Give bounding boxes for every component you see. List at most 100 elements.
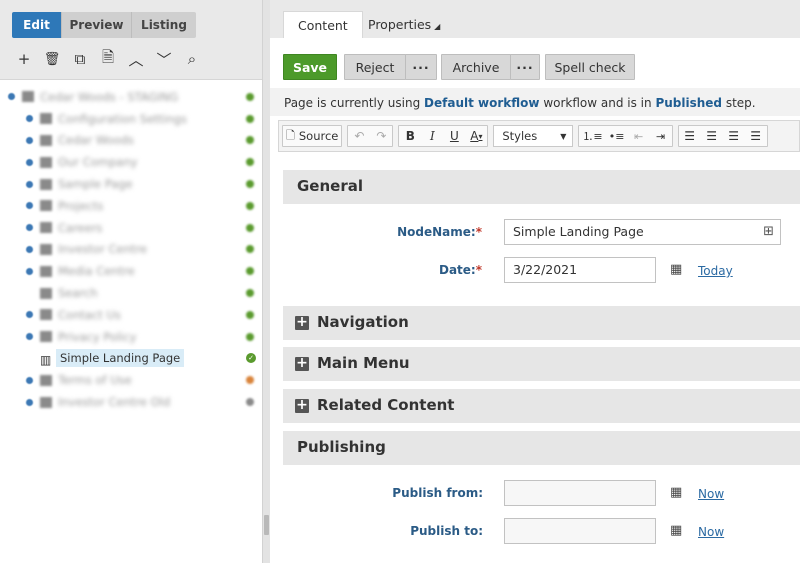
archive-more-button[interactable]: ··· xyxy=(510,54,540,80)
tree-toggle-icon[interactable] xyxy=(26,398,33,406)
tree-node[interactable]: Our Company xyxy=(0,151,262,173)
expand-icon[interactable]: + xyxy=(295,315,309,330)
required-marker: * xyxy=(475,225,482,239)
splitter-handle[interactable] xyxy=(264,515,269,535)
tree-toggle-icon[interactable] xyxy=(26,376,33,384)
source-button[interactable]: 🗋 Source xyxy=(283,126,341,146)
tree-node[interactable]: Contact Us xyxy=(0,304,262,326)
mode-tab-preview[interactable]: Preview xyxy=(62,12,132,38)
today-link[interactable]: Today xyxy=(698,264,733,278)
trash-icon[interactable]: 🗑 xyxy=(38,48,66,70)
styles-select[interactable]: Styles ▼ xyxy=(493,125,574,147)
section-navigation[interactable]: + Navigation xyxy=(283,306,800,340)
section-related-content[interactable]: + Related Content xyxy=(283,389,800,423)
tree-node[interactable]: Cedar Woods xyxy=(0,130,262,152)
tree-node[interactable]: Careers xyxy=(0,217,262,239)
indent-icon[interactable]: ⇥ xyxy=(650,126,672,146)
section-navigation-title: Navigation xyxy=(317,313,409,331)
chevron-up-icon[interactable]: ︿ xyxy=(122,48,150,70)
align-left-icon[interactable]: ☰ xyxy=(679,126,701,146)
mode-tab-listing[interactable]: Listing xyxy=(132,12,196,38)
tree-node-label: Investor Centre xyxy=(58,242,147,257)
panel-splitter[interactable] xyxy=(262,0,270,563)
tree-node[interactable]: ▥ Simple Landing Page ✓ xyxy=(0,348,262,370)
tree-toggle-icon[interactable] xyxy=(26,202,33,210)
search-icon[interactable]: ⌕ xyxy=(178,48,206,70)
tree-toggle-icon[interactable] xyxy=(8,93,15,101)
align-justify-icon[interactable]: ☰ xyxy=(745,126,767,146)
tree-node[interactable]: Investor Centre Old xyxy=(0,391,262,413)
publish-from-now-link[interactable]: Now xyxy=(698,487,724,501)
content-tree-panel: Edit Preview Listing + 🗑 ⧉ 🗎 ︿ ﹀ ⌕ Cedar… xyxy=(0,0,262,563)
tree-toggle-icon[interactable] xyxy=(26,333,33,341)
tree-node[interactable]: Projects xyxy=(0,195,262,217)
tab-properties-label: Properties xyxy=(368,17,432,32)
tree-node[interactable]: Search xyxy=(0,282,262,304)
undo-icon[interactable]: ↶ xyxy=(348,126,370,146)
status-icon xyxy=(246,114,254,123)
tree-node[interactable]: Sample Page xyxy=(0,173,262,195)
calendar-icon[interactable]: ▦ xyxy=(670,262,682,277)
tree-node[interactable]: Media Centre xyxy=(0,260,262,282)
date-field[interactable]: 3/22/2021 xyxy=(504,257,656,283)
tree-toggle-icon[interactable] xyxy=(26,245,33,253)
page-icon xyxy=(40,178,52,190)
bold-icon[interactable]: B xyxy=(399,126,421,146)
section-publishing[interactable]: Publishing xyxy=(283,431,800,465)
tree-toggle-icon[interactable] xyxy=(26,115,33,123)
reject-button[interactable]: Reject xyxy=(344,54,406,80)
tab-content[interactable]: Content xyxy=(283,11,363,38)
tree-node[interactable]: Investor Centre xyxy=(0,239,262,261)
tree-node-label: Sample Page xyxy=(58,177,133,192)
archive-button[interactable]: Archive xyxy=(441,54,511,80)
nodename-field[interactable]: Simple Landing Page ⊞ xyxy=(504,219,781,245)
outdent-icon[interactable]: ⇤ xyxy=(628,126,650,146)
redo-icon[interactable]: ↷ xyxy=(370,126,392,146)
publish-to-label: Publish to: xyxy=(410,524,483,538)
numbered-list-icon[interactable]: ⒈≡ xyxy=(579,126,605,146)
save-button[interactable]: Save xyxy=(283,54,337,80)
tab-properties[interactable]: Properties ◢ xyxy=(354,11,454,38)
localize-icon[interactable]: ⊞ xyxy=(763,220,774,244)
page-icon[interactable]: 🗎 xyxy=(94,48,122,70)
status-icon xyxy=(246,267,254,276)
align-center-icon[interactable]: ☰ xyxy=(701,126,723,146)
tree-node[interactable]: Configuration Settings xyxy=(0,108,262,130)
section-main-menu[interactable]: + Main Menu xyxy=(283,347,800,381)
tree-toggle-icon[interactable] xyxy=(26,267,33,275)
calendar-icon[interactable]: ▦ xyxy=(670,485,682,500)
reject-more-button[interactable]: ··· xyxy=(405,54,437,80)
section-related-content-title: Related Content xyxy=(317,396,455,414)
expand-icon[interactable]: + xyxy=(295,398,309,413)
bullet-list-icon[interactable]: •≡ xyxy=(606,126,628,146)
text-color-icon[interactable]: A ▾ xyxy=(465,126,487,146)
underline-icon[interactable]: U xyxy=(443,126,465,146)
publish-from-label: Publish from: xyxy=(392,486,483,500)
tree-node[interactable]: Cedar Woods - STAGING xyxy=(0,86,262,108)
tree-toggle-icon[interactable] xyxy=(26,224,33,232)
calendar-icon[interactable]: ▦ xyxy=(670,523,682,538)
copy-icon[interactable]: ⧉ xyxy=(66,48,94,70)
plus-icon[interactable]: + xyxy=(10,48,38,70)
nodename-value: Simple Landing Page xyxy=(513,224,644,239)
publish-to-now-link[interactable]: Now xyxy=(698,525,724,539)
italic-icon[interactable]: I xyxy=(421,126,443,146)
chevron-down-icon[interactable]: ﹀ xyxy=(150,48,178,70)
expand-icon[interactable]: + xyxy=(295,356,309,371)
tree-node[interactable]: Privacy Policy xyxy=(0,326,262,348)
publish-to-field[interactable] xyxy=(504,518,656,544)
tree-toggle-icon[interactable] xyxy=(26,180,33,188)
tree-toggle-icon[interactable] xyxy=(26,311,33,319)
section-publishing-title: Publishing xyxy=(297,438,386,456)
status-icon xyxy=(246,136,254,145)
tree-toggle-icon[interactable] xyxy=(26,158,33,166)
tree-node[interactable]: Terms of Use xyxy=(0,369,262,391)
align-right-icon[interactable]: ☰ xyxy=(723,126,745,146)
tree-toggle-icon[interactable] xyxy=(26,136,33,144)
publish-from-field[interactable] xyxy=(504,480,656,506)
content-tree: Cedar Woods - STAGING Configuration Setti… xyxy=(0,86,262,413)
section-general[interactable]: General xyxy=(283,170,800,204)
spell-check-button[interactable]: Spell check xyxy=(545,54,635,80)
mode-tab-edit[interactable]: Edit xyxy=(12,12,62,38)
page-icon xyxy=(40,287,52,299)
